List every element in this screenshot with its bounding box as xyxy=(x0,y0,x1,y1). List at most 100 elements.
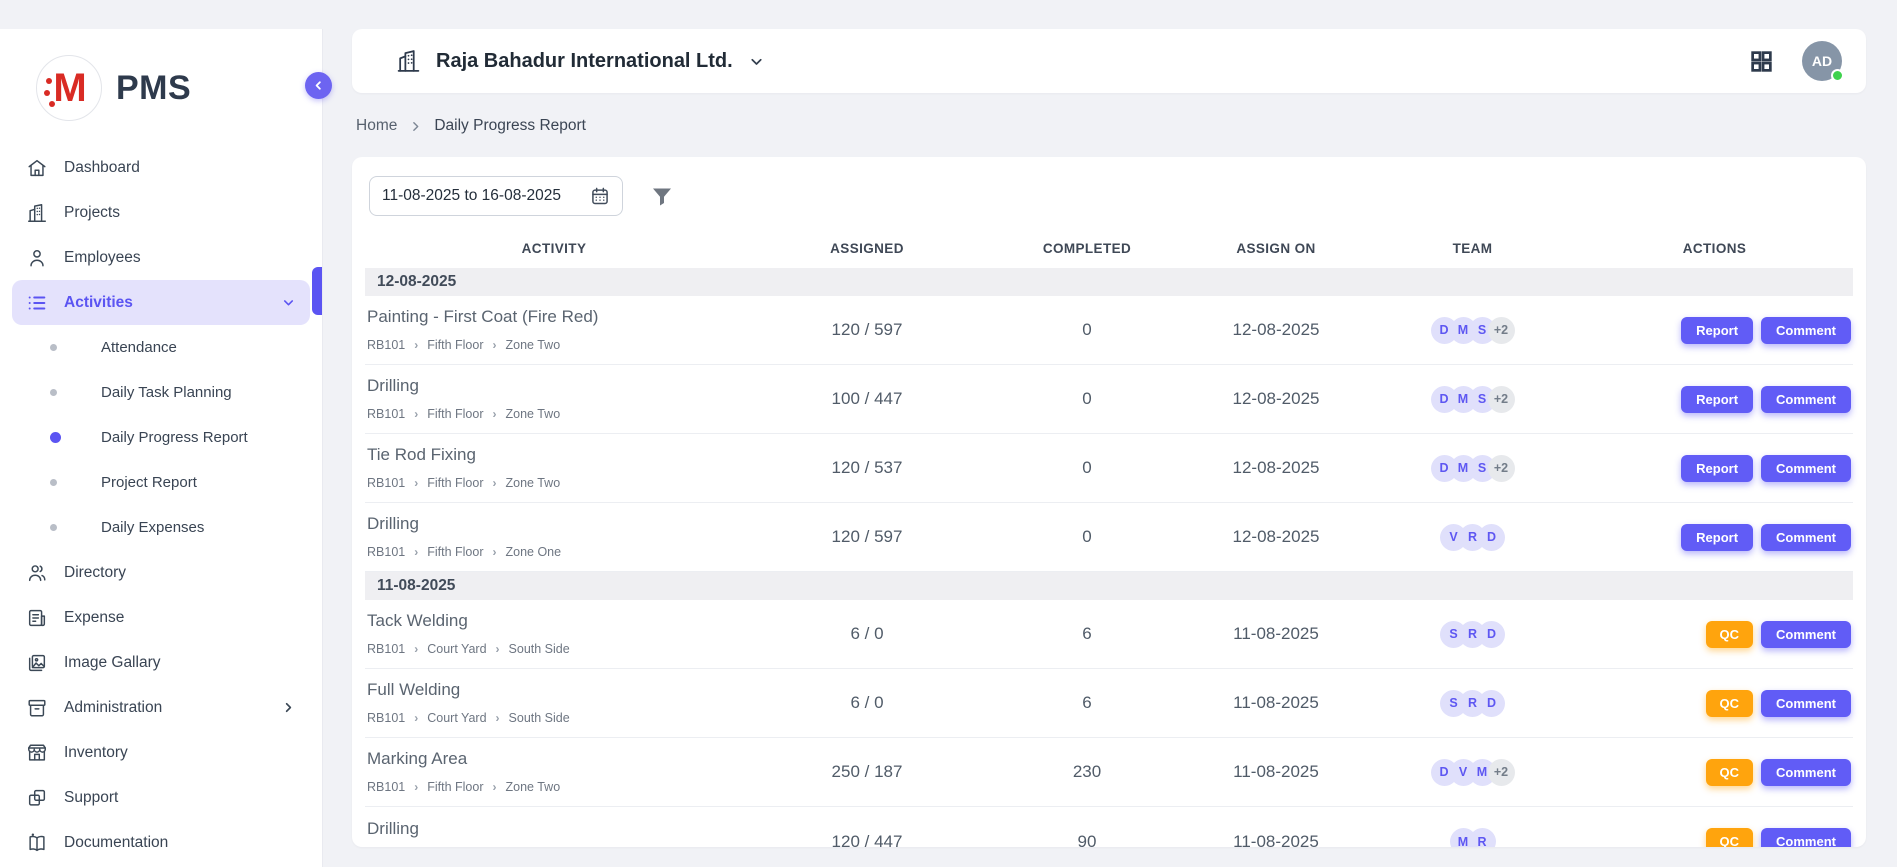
team-cell: DMS+2 xyxy=(1369,317,1576,344)
qc-button[interactable]: QC xyxy=(1706,690,1754,717)
comment-button[interactable]: Comment xyxy=(1761,621,1851,648)
activity-title: Drilling xyxy=(367,376,743,396)
sidebar-item-documentation[interactable]: Documentation xyxy=(12,820,310,865)
report-button[interactable]: Report xyxy=(1681,386,1753,413)
activity-cell: Tack Welding RB101›Court Yard›South Side xyxy=(365,600,743,668)
sidebar-collapse-button[interactable] xyxy=(305,72,332,99)
bullet-icon xyxy=(50,344,57,351)
breadcrumb-home[interactable]: Home xyxy=(356,117,397,135)
brand-name: PMS xyxy=(116,69,191,108)
activity-cell: Painting - First Coat (Fire Red)RB101›Fi… xyxy=(365,296,743,364)
sidebar-item-label: Expense xyxy=(64,609,124,627)
sidebar-subitem-label: Daily Task Planning xyxy=(101,384,232,401)
qc-button[interactable]: QC xyxy=(1706,759,1754,786)
sidebar-item-label: Documentation xyxy=(64,834,168,852)
completed-cell: 0 xyxy=(991,458,1183,478)
team-more-badge[interactable]: +2 xyxy=(1488,317,1515,344)
activity-location-path: RB101›Court Yard›South Side xyxy=(367,711,743,725)
date-group-header: 12-08-2025 xyxy=(365,268,1853,296)
comment-button[interactable]: Comment xyxy=(1761,524,1851,551)
chevron-right-icon: › xyxy=(414,545,418,559)
sidebar-item-employees[interactable]: Employees xyxy=(12,235,310,280)
comment-button[interactable]: Comment xyxy=(1761,759,1851,786)
company-selector[interactable]: Raja Bahadur International Ltd. xyxy=(396,49,765,74)
sidebar-item-directory[interactable]: Directory xyxy=(12,550,310,595)
chevron-right-icon: › xyxy=(414,642,418,656)
team-more-badge[interactable]: +2 xyxy=(1488,386,1515,413)
assigned-cell: 6 / 0 xyxy=(743,693,991,713)
path-segment: South Side xyxy=(509,711,570,725)
user-avatar[interactable]: AD xyxy=(1802,41,1842,81)
chevron-right-icon: › xyxy=(493,338,497,352)
date-range-input[interactable]: 11-08-2025 to 16-08-2025 xyxy=(369,176,623,216)
sidebar-subitem-daily-task-planning[interactable]: Daily Task Planning xyxy=(12,370,310,415)
actions-cell: QC Comment xyxy=(1576,828,1853,847)
team-more-badge[interactable]: +2 xyxy=(1488,455,1515,482)
sidebar-subitem-attendance[interactable]: Attendance xyxy=(12,325,310,370)
chevron-right-icon: › xyxy=(414,476,418,490)
sidebar-item-dashboard[interactable]: Dashboard xyxy=(12,145,310,190)
assign-on-cell: 11-08-2025 xyxy=(1183,832,1369,848)
assigned-cell: 120 / 537 xyxy=(743,458,991,478)
team-cell: DVM+2 xyxy=(1369,759,1576,786)
sidebar-subitem-daily-progress-report[interactable]: Daily Progress Report xyxy=(12,415,310,460)
completed-cell: 230 xyxy=(991,762,1183,782)
team-more-badge[interactable]: +2 xyxy=(1488,759,1515,786)
top-header-bar: Raja Bahadur International Ltd. AD xyxy=(352,29,1866,93)
comment-button[interactable]: Comment xyxy=(1761,455,1851,482)
sidebar-item-support[interactable]: Support xyxy=(12,775,310,820)
sidebar-item-expense[interactable]: Expense xyxy=(12,595,310,640)
assign-on-cell: 12-08-2025 xyxy=(1183,527,1369,547)
report-button[interactable]: Report xyxy=(1681,455,1753,482)
activity-title: Drilling xyxy=(367,514,743,534)
col-assigned: ASSIGNED xyxy=(743,241,991,256)
path-segment: Court Yard xyxy=(427,711,486,725)
table-row: Tie Rod FixingRB101›Fifth Floor›Zone Two… xyxy=(365,434,1853,503)
comment-button[interactable]: Comment xyxy=(1761,690,1851,717)
sidebar-subitem-project-report[interactable]: Project Report xyxy=(12,460,310,505)
comment-button[interactable]: Comment xyxy=(1761,828,1851,847)
completed-cell: 0 xyxy=(991,320,1183,340)
sidebar-item-administration[interactable]: Administration xyxy=(12,685,310,730)
col-assign-on: ASSIGN ON xyxy=(1183,241,1369,256)
team-cell: DMS+2 xyxy=(1369,455,1576,482)
archive-icon xyxy=(26,697,48,719)
qc-button[interactable]: QC xyxy=(1706,621,1754,648)
qc-button[interactable]: QC xyxy=(1706,828,1754,847)
brand: M PMS xyxy=(0,29,322,145)
actions-cell: Report Comment xyxy=(1576,455,1853,482)
breadcrumb: Home Daily Progress Report xyxy=(356,117,1897,135)
assign-on-cell: 12-08-2025 xyxy=(1183,320,1369,340)
report-button[interactable]: Report xyxy=(1681,317,1753,344)
active-bullet-icon xyxy=(50,432,61,443)
comment-button[interactable]: Comment xyxy=(1761,317,1851,344)
activity-cell: Marking AreaRB101›Fifth Floor›Zone Two xyxy=(365,738,743,806)
sidebar-item-image-gallary[interactable]: Image Gallary xyxy=(12,640,310,685)
apps-grid-icon[interactable] xyxy=(1749,49,1774,74)
comment-button[interactable]: Comment xyxy=(1761,386,1851,413)
assign-on-cell: 11-08-2025 xyxy=(1183,762,1369,782)
table-row: DrillingRB101›Fifth Floor›Zone Two120 / … xyxy=(365,807,1853,847)
assigned-cell: 250 / 187 xyxy=(743,762,991,782)
sidebar-item-projects[interactable]: Projects xyxy=(12,190,310,235)
report-button[interactable]: Report xyxy=(1681,524,1753,551)
completed-cell: 90 xyxy=(991,832,1183,848)
activity-location-path: RB101›Court Yard›South Side xyxy=(367,642,743,656)
sidebar-item-activities[interactable]: Activities xyxy=(12,280,310,325)
activity-title: Tack Welding xyxy=(367,611,743,631)
path-segment: Fifth Floor xyxy=(427,780,483,794)
actions-cell: QC Comment xyxy=(1576,759,1853,786)
col-completed: COMPLETED xyxy=(991,241,1183,256)
sidebar-subitem-daily-expenses[interactable]: Daily Expenses xyxy=(12,505,310,550)
path-segment: Fifth Floor xyxy=(427,476,483,490)
sidebar-item-label: Projects xyxy=(64,204,120,222)
path-segment: RB101 xyxy=(367,476,405,490)
topbar-actions: AD xyxy=(1749,41,1842,81)
filter-funnel-icon[interactable] xyxy=(650,184,674,208)
sidebar-item-label: Inventory xyxy=(64,744,128,762)
assign-on-cell: 12-08-2025 xyxy=(1183,458,1369,478)
copy-icon xyxy=(26,787,48,809)
sidebar-item-inventory[interactable]: Inventory xyxy=(12,730,310,775)
path-segment: RB101 xyxy=(367,407,405,421)
table-row: Painting - First Coat (Fire Red)RB101›Fi… xyxy=(365,296,1853,365)
